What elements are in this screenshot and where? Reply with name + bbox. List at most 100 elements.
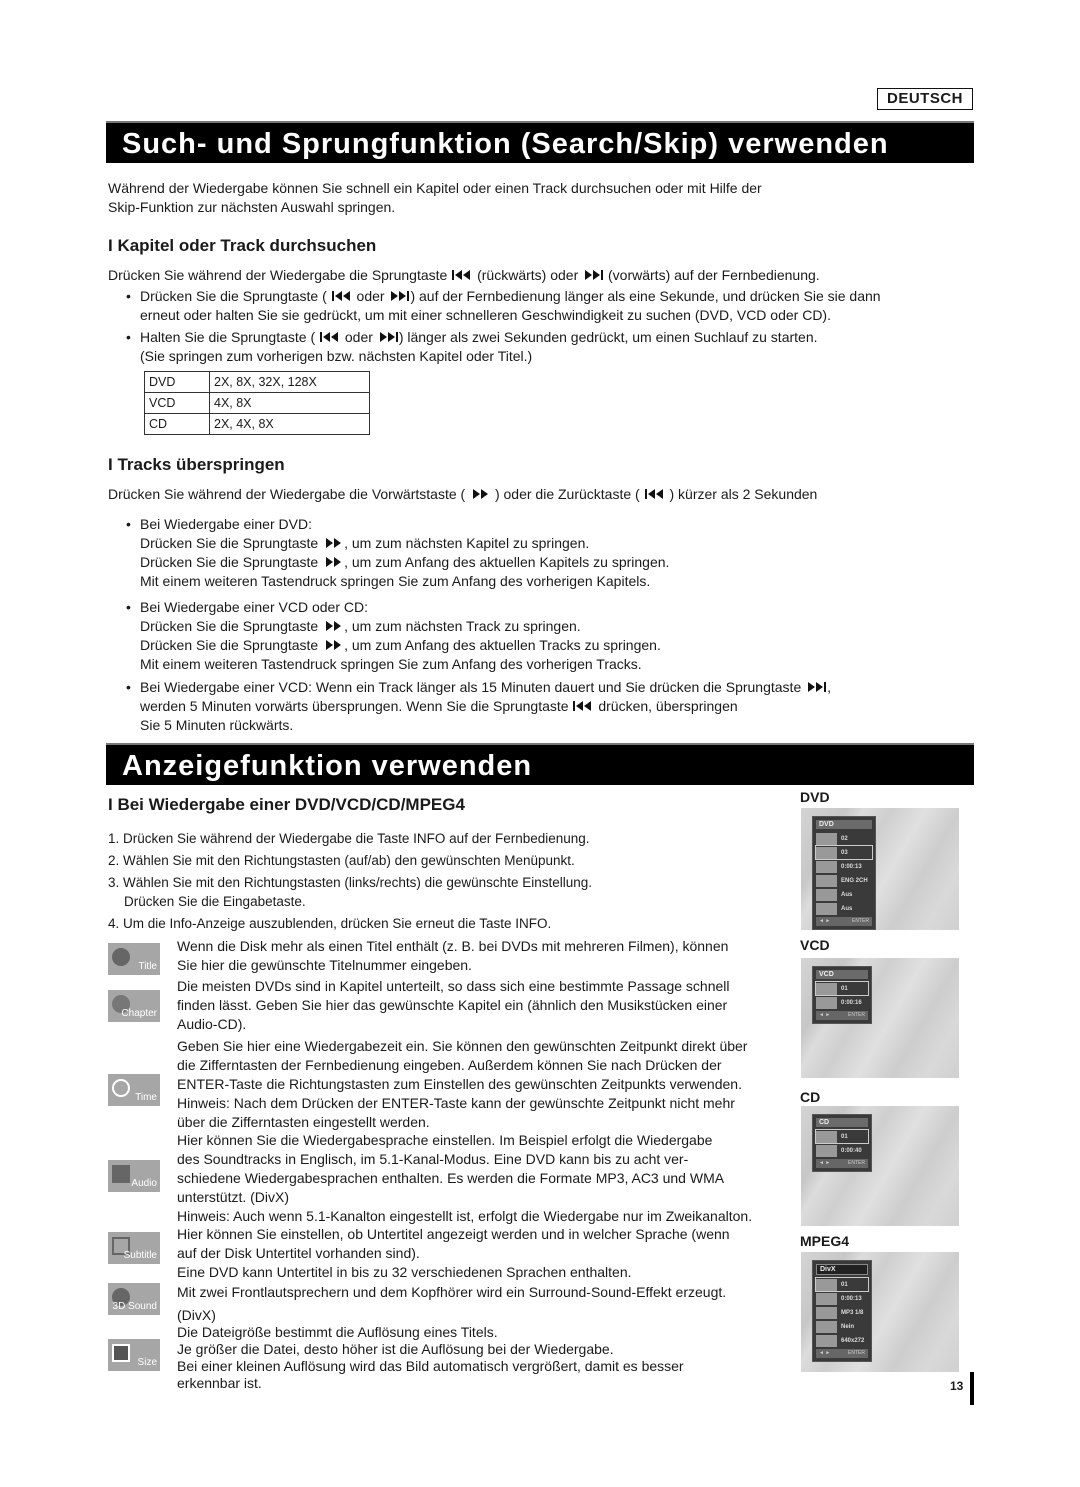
text: Audio-CD).	[177, 1016, 247, 1032]
osd-value: 0:00:13	[841, 1295, 862, 1302]
osd-row: Aus	[816, 902, 872, 915]
intro-paragraph: Während der Wiedergabe können Sie schnel…	[108, 179, 762, 217]
text: werden 5 Minuten vorwärts übersprungen. …	[140, 698, 569, 714]
osd-value: 0:00:16	[841, 999, 862, 1006]
osd-row: 0:00:13	[816, 860, 872, 873]
osd-value: 640x272	[841, 1337, 865, 1344]
osd-footer: ◄ ► ENTER	[816, 917, 872, 926]
osd-screen-mpeg4: DivX 01 0:00:13 MP3 1/8 Nein 640x272 ◄ ►…	[801, 1252, 959, 1372]
skip-instruction: Drücken Sie während der Wiedergabe die V…	[108, 485, 817, 504]
text: , um zum nächsten Kapitel zu springen.	[344, 535, 590, 551]
track-icon	[816, 1130, 837, 1143]
text: Hier können Sie die Wiedergabesprache ei…	[177, 1132, 713, 1148]
text: Wenn die Disk mehr als einen Titel enthä…	[177, 938, 729, 954]
text: erkennbar ist.	[177, 1375, 262, 1391]
arrows-icon: ◄ ►	[819, 918, 831, 924]
arrows-icon: ◄ ►	[819, 1350, 831, 1356]
forward-icon	[322, 618, 344, 630]
osd-label-vcd: VCD	[800, 937, 830, 953]
arrows-icon: ◄ ►	[819, 1012, 831, 1018]
skip-back-icon	[572, 698, 594, 710]
osd-footer: ◄ ► ENTER	[816, 1011, 868, 1020]
audio-icon	[816, 1306, 837, 1319]
osd-screen-dvd: DVD 02 03 0:00:13 ENG 2CH Aus Aus ◄ ► ENT…	[801, 808, 959, 930]
osd-row: 640x272	[816, 1334, 868, 1347]
text: Je größer die Datei, desto höher ist die…	[177, 1341, 614, 1357]
skip-back-icon	[331, 288, 353, 300]
osd-row: 01	[815, 1277, 869, 1292]
forward-icon	[469, 486, 491, 498]
osd-value: 02	[841, 835, 848, 842]
osd-row: 0:00:16	[816, 996, 868, 1009]
icon-label: 3D Sound	[112, 1301, 157, 1312]
osd-menu: VCD 01 0:00:16 ◄ ► ENTER	[812, 966, 872, 1024]
text: ) länger als zwei Sekunden gedrückt, um …	[398, 329, 818, 345]
disc-type: VCD	[144, 392, 210, 414]
icon-label: Audio	[131, 1178, 157, 1189]
text: des Soundtracks in Englisch, im 5.1-Kana…	[177, 1151, 689, 1167]
osd-footer: ◄ ► ENTER	[816, 1159, 868, 1168]
skip-back-icon	[319, 329, 341, 341]
osd-value: 03	[841, 849, 848, 856]
osd-label-dvd: DVD	[800, 789, 830, 805]
text: Hinweis: Nach dem Drücken der ENTER-Tast…	[177, 1095, 735, 1111]
time-icon	[816, 860, 837, 873]
osd-value: MP3 1/8	[841, 1309, 864, 1316]
item-chapter-desc: Die meisten DVDs sind in Kapitel unterte…	[177, 977, 729, 1034]
search-instruction: Drücken Sie während der Wiedergabe die S…	[108, 266, 820, 285]
text: Bei Wiedergabe einer DVD:	[140, 516, 312, 532]
step: 4. Um die Info-Anzeige auszublenden, drü…	[108, 916, 552, 931]
skip-forward-icon	[805, 679, 827, 691]
osd-label-cd: CD	[800, 1089, 821, 1105]
text: Drücken Sie die Sprungtaste	[140, 637, 319, 653]
size-icon	[816, 1334, 837, 1347]
section-title-display: Anzeigefunktion verwenden	[106, 743, 974, 785]
intro-line: Skip-Funktion zur nächsten Auswahl sprin…	[108, 199, 396, 215]
forward-icon	[322, 554, 344, 566]
osd-row: Aus	[816, 888, 872, 901]
search-bullet-1: Drücken Sie die Sprungtaste ( oder ) auf…	[126, 287, 881, 325]
text: Bei einer kleinen Auflösung wird das Bil…	[177, 1358, 684, 1374]
icon-label: Subtitle	[123, 1250, 157, 1261]
osd-row: 02	[816, 832, 872, 845]
text: Drücken Sie während der Wiedergabe die S…	[108, 267, 448, 283]
osd-menu: CD 01 0:00:40 ◄ ► ENTER	[812, 1114, 872, 1172]
subheading-display: I Bei Wiedergabe einer DVD/VCD/CD/MPEG4	[108, 795, 465, 814]
text: Drücken Sie die Sprungtaste	[140, 554, 319, 570]
size-icon: Size	[108, 1339, 160, 1371]
osd-row: 03	[815, 845, 873, 860]
item-time-desc: Geben Sie hier eine Wiedergabezeit ein. …	[177, 1037, 747, 1132]
title-icon	[816, 832, 837, 845]
osd-menu-title: VCD	[816, 970, 868, 979]
item-subtitle-desc: Hier können Sie einstellen, ob Untertite…	[177, 1225, 730, 1282]
text: Bei Wiedergabe einer VCD oder CD:	[140, 599, 368, 615]
skip-bullet-vcd-cd: Bei Wiedergabe einer VCD oder CD: Drücke…	[126, 598, 661, 674]
text: Bei Wiedergabe einer VCD: Wenn ein Track…	[140, 679, 802, 695]
item-audio-desc: Hier können Sie die Wiedergabesprache ei…	[177, 1131, 752, 1226]
icon-label: Time	[135, 1092, 157, 1103]
osd-value: 0:00:13	[841, 863, 862, 870]
skip-bullet-long-track: Bei Wiedergabe einer VCD: Wenn ein Track…	[126, 678, 831, 735]
osd-menu: DivX 01 0:00:13 MP3 1/8 Nein 640x272 ◄ ►…	[812, 1260, 872, 1362]
text: über die Zifferntasten eingestellt werde…	[177, 1114, 430, 1130]
page-number: 13	[950, 1379, 964, 1393]
item-3d-sound-desc: Mit zwei Frontlautsprechern und dem Kopf…	[177, 1283, 726, 1302]
text: (rückwärts) oder	[477, 267, 579, 283]
osd-value: Nein	[841, 1323, 855, 1330]
time-icon	[816, 996, 837, 1009]
osd-value: ENG 2CH	[841, 877, 868, 884]
osd-row: MP3 1/8	[816, 1306, 868, 1319]
osd-row: 0:00:40	[816, 1144, 868, 1157]
enter-label: ENTER	[848, 1350, 865, 1356]
subtitle-icon	[816, 1320, 837, 1333]
display-steps: 1. Drücken Sie während der Wiedergabe di…	[108, 829, 592, 933]
text: auf der Disk Untertitel vorhanden sind).	[177, 1245, 420, 1261]
text: (vorwärts) auf der Fernbedienung.	[608, 267, 820, 283]
osd-value: Aus	[841, 905, 853, 912]
time-icon	[816, 1292, 837, 1305]
speed-values: 4X, 8X	[209, 392, 370, 414]
subtitle-icon	[816, 888, 837, 901]
section-title-search-skip: Such- und Sprungfunktion (Search/Skip) v…	[106, 121, 974, 163]
text: Die meisten DVDs sind in Kapitel unterte…	[177, 978, 730, 994]
icon-label: Title	[138, 961, 157, 972]
